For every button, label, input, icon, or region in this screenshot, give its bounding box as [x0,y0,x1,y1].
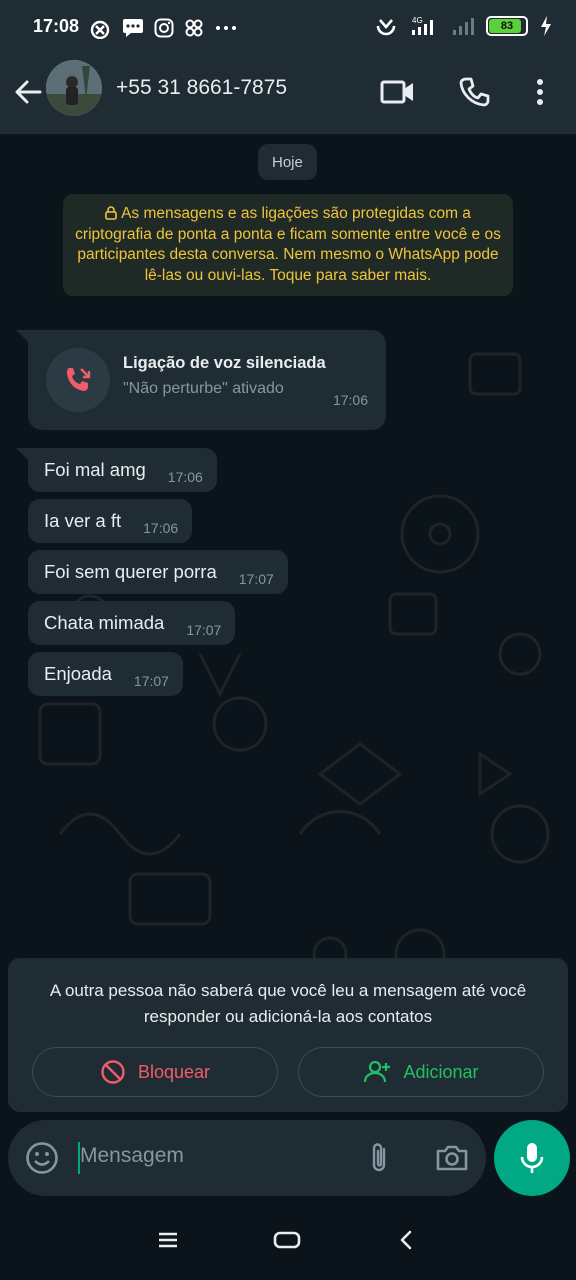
message-time: 17:06 [143,520,179,536]
chevron-left-icon [400,1230,412,1250]
paperclip-icon [372,1143,386,1172]
message-time: 17:07 [186,622,222,638]
chat-icon [123,19,143,37]
bubble-tail [16,448,28,460]
message-bubble[interactable]: Foi sem querer porra 17:07 [28,550,288,594]
message-text: Chata mimada [44,612,165,633]
add-person-icon [364,1060,391,1083]
home-icon [273,1231,301,1249]
message-input-placeholder: Mensagem [80,1144,184,1167]
lock-icon [105,206,117,220]
add-contact-button[interactable]: Adicionar [298,1047,544,1097]
instagram-icon [154,18,174,38]
attach-button[interactable] [362,1140,398,1176]
call-title: Ligação de voz silenciada [123,354,326,372]
message-bubble[interactable]: Foi mal amg 17:06 [28,448,217,492]
charging-icon [541,16,551,36]
call-subtitle: "Não perturbe" ativado [123,380,284,397]
signal-4g-icon: 4G [412,16,433,35]
svg-text:4G: 4G [412,16,423,25]
back-nav-button[interactable] [388,1222,424,1258]
arrow-left-icon [15,80,42,104]
unknown-contact-message: A outra pessoa não saberá que você leu a… [49,981,527,1026]
home-button[interactable] [269,1222,305,1258]
encryption-notice[interactable]: As mensagens e as ligações são protegida… [63,194,513,296]
status-time: 17:08 [33,16,80,36]
message-time: 17:07 [133,673,169,689]
recents-button[interactable] [150,1222,186,1258]
message-bubble[interactable]: Chata mimada 17:07 [28,601,236,645]
voice-call-button[interactable] [454,72,494,112]
contact-name[interactable]: +55 31 8661-7875 [116,76,287,100]
menu-icon [159,1232,177,1248]
more-dots-icon [216,26,236,30]
voice-message-button[interactable] [494,1120,570,1196]
more-options-button[interactable] [520,72,560,112]
message-text: Ia ver a ft [44,510,122,531]
message-text: Foi sem querer porra [44,561,217,582]
call-time: 17:06 [332,392,368,408]
battery-level: 83 [500,20,514,32]
signal-icon [453,18,474,35]
notification-icons [88,17,238,39]
message-text: Foi mal amg [44,459,146,480]
encryption-notice-text: As mensagens e as ligações são protegida… [75,205,501,284]
unknown-contact-card: A outra pessoa não saberá que você leu a… [8,958,568,1112]
app-icon [185,19,203,37]
chat-area[interactable]: Hoje As mensagens e as ligações são prot… [0,134,576,1200]
silenced-call-message[interactable]: Ligação de voz silenciada "Não perturbe"… [28,330,386,430]
message-text: Enjoada [44,663,112,684]
back-button[interactable] [10,74,46,110]
block-button[interactable]: Bloquear [32,1047,278,1097]
message-bubble[interactable]: Enjoada 17:07 [28,652,183,696]
call-icon-container [46,348,110,412]
block-label: Bloquear [137,1061,211,1082]
microphone-icon [520,1143,544,1173]
more-vert-icon [537,79,543,105]
camera-icon [436,1145,468,1171]
video-call-button[interactable] [378,72,418,112]
date-chip: Hoje [258,144,317,180]
message-time: 17:07 [238,571,274,587]
missed-call-icon [90,20,110,39]
status-right: 4G 83 [374,14,552,38]
add-contact-label: Adicionar [403,1061,479,1082]
chat-header: +55 31 8661-7875 [0,56,576,134]
emoji-icon [26,1142,58,1174]
message-input[interactable]: Mensagem [8,1120,486,1196]
system-nav-bar [0,1200,576,1280]
message-time: 17:06 [167,469,203,485]
alarm-icon [376,19,396,36]
bubble-tail [16,330,28,342]
camera-button[interactable] [434,1140,470,1176]
status-bar: 17:08 4G 83 [0,0,576,56]
message-bubble[interactable]: Ia ver a ft 17:06 [28,499,193,543]
battery-indicator: 83 [486,16,528,36]
emoji-button[interactable] [24,1140,60,1176]
composer: Mensagem [0,1112,576,1200]
video-call-icon [380,80,413,104]
missed-call-icon [67,368,91,391]
voice-call-icon [459,77,490,107]
avatar[interactable] [46,60,102,116]
block-icon [101,1060,125,1084]
